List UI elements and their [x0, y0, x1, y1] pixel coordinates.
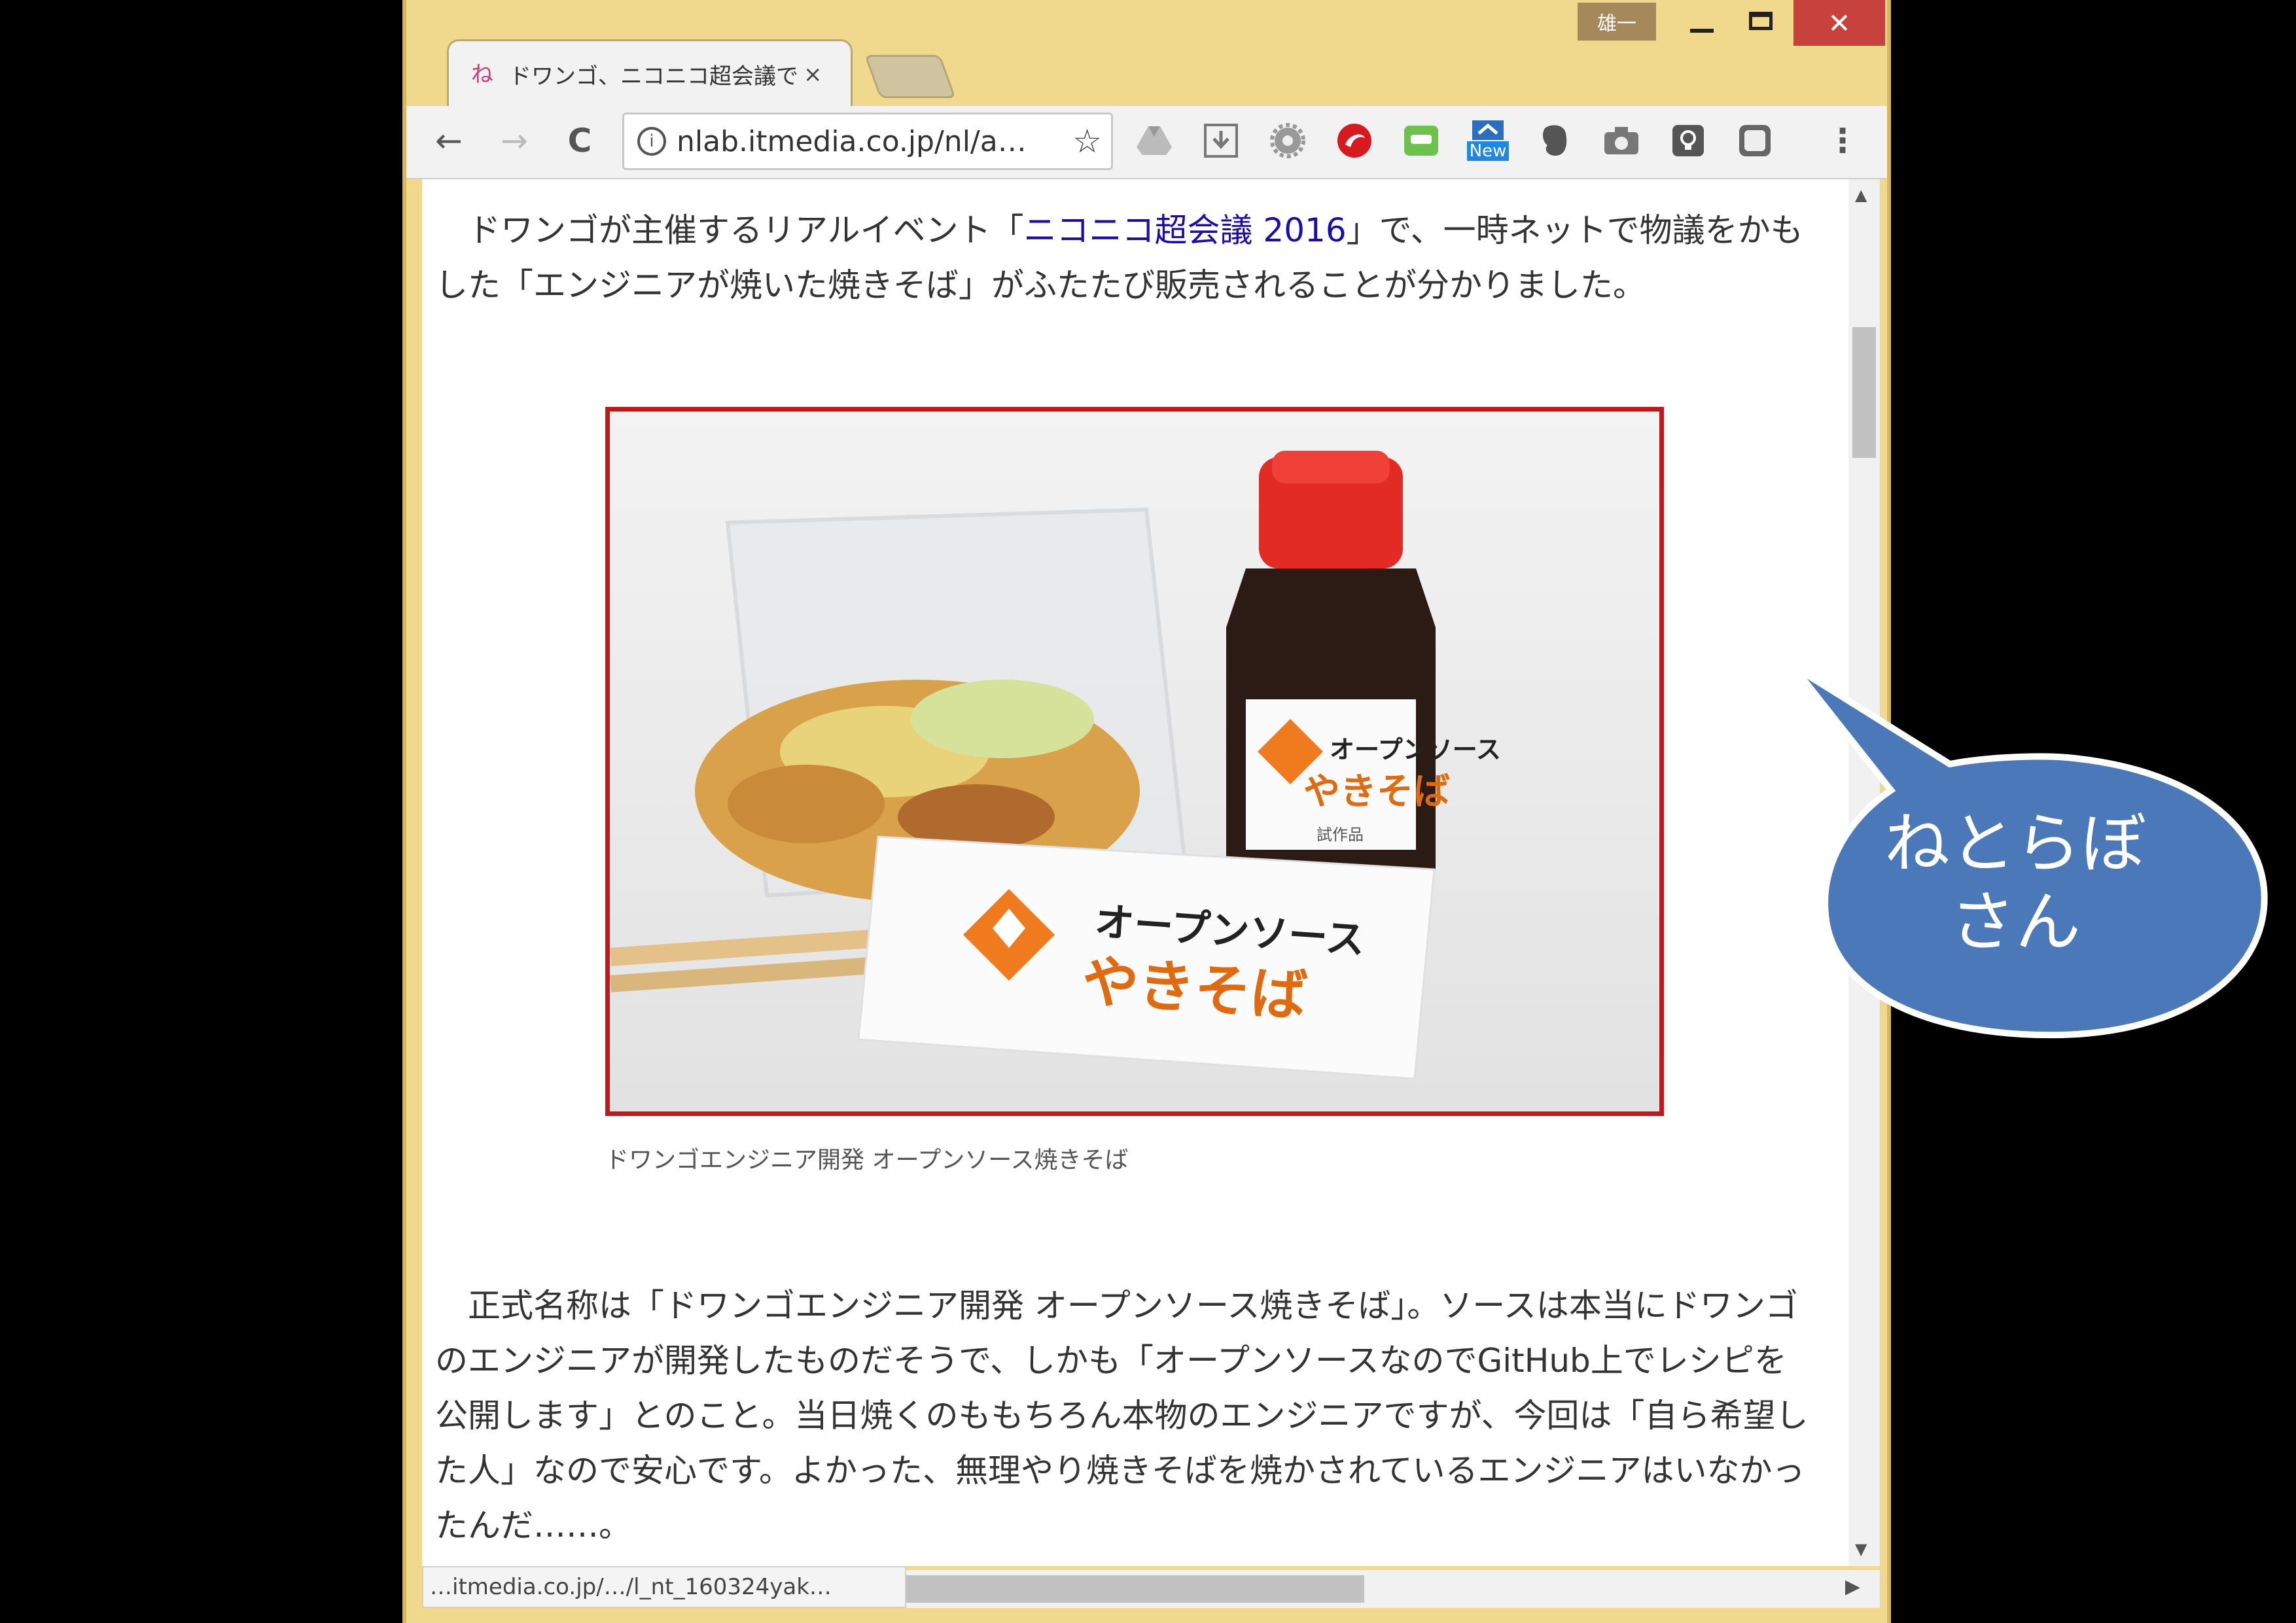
evernote-icon[interactable] — [1534, 120, 1575, 161]
line-icon[interactable] — [1401, 120, 1441, 161]
nlab-favicon-icon: ね — [471, 61, 493, 88]
back-arrow-icon[interactable]: ← — [426, 118, 472, 164]
profile-badge[interactable]: 雄一 — [1578, 3, 1656, 41]
speech-bubble-text: ねとらぼ さん — [1760, 805, 2270, 962]
scroll-up-icon[interactable]: ▲ — [1855, 186, 1867, 204]
horizontal-scroll-thumb[interactable] — [906, 1575, 1364, 1603]
speech-bubble-line-1: ねとらぼ — [1884, 805, 2146, 882]
page-content: ドワンゴが主催するリアルイベント「ニコニコ超会議 2016」で、一時ネットで物議… — [422, 179, 1848, 1566]
speech-bubble-line-2: さん — [1950, 884, 2081, 960]
photo-caption: ドワンゴエンジニア開発 オープンソース焼きそば — [605, 1147, 1129, 1174]
nico-chokaigi-link[interactable]: ニコニコ超会議 2016 — [1024, 211, 1347, 249]
download-icon[interactable] — [1201, 120, 1241, 161]
lightbulb-icon[interactable] — [1668, 120, 1708, 161]
browser-tab[interactable]: ね ドワンゴ、ニコニコ超会議で「 × — [447, 39, 853, 107]
vertical-scroll-thumb[interactable] — [1852, 327, 1876, 458]
article-paragraph-2: 正式名称は「ドワンゴエンジニア開発 オープンソース焼きそば」。ソースは本当にドワ… — [435, 1287, 1809, 1544]
tab-close-icon[interactable]: × — [804, 61, 822, 88]
bottle-small-label: 試作品 — [1316, 826, 1364, 844]
status-bar-url: …itmedia.co.jp/…/l_nt_160324yak… — [422, 1566, 906, 1608]
forward-arrow-icon[interactable]: → — [491, 118, 537, 164]
url-text[interactable]: nlab.itmedia.co.jp/nl/a… — [677, 125, 1027, 158]
browser-toolbar: ← → C i nlab.itmedia.co.jp/nl/a… ☆ New ⋮ — [406, 106, 1887, 179]
drive-icon[interactable] — [1134, 120, 1174, 161]
site-info-icon[interactable]: i — [637, 127, 666, 156]
menu-dots-icon[interactable]: ⋮ — [1820, 118, 1865, 164]
bottle-label-bottom: やきそば — [1303, 771, 1450, 813]
article-photo[interactable]: オープンソース やきそば 試作品 オープンソース やきそば — [605, 407, 1664, 1116]
camera-icon[interactable] — [1601, 120, 1642, 161]
new-badge: New — [1466, 141, 1510, 161]
new-extension-icon[interactable]: New — [1466, 120, 1510, 161]
bookmark-star-icon[interactable]: ☆ — [1072, 122, 1102, 160]
reload-icon[interactable]: C — [557, 118, 603, 164]
horizontal-scrollbar[interactable]: ▶ — [906, 1570, 1880, 1608]
scroll-right-icon[interactable]: ▶ — [1845, 1575, 1860, 1598]
minimize-button[interactable] — [1676, 0, 1728, 42]
browser-window: 雄一 ✕ ね ドワンゴ、ニコニコ超会議で「 × ← → C i nlab.itm… — [402, 0, 1891, 1623]
scroll-down-icon[interactable]: ▼ — [1855, 1540, 1867, 1558]
trend-micro-icon[interactable] — [1334, 120, 1375, 161]
bottle-label-top: オープンソース — [1330, 735, 1501, 764]
article-paragraph-1: ドワンゴが主催するリアルイベント「ニコニコ超会議 2016」で、一時ネットで物議… — [435, 211, 1803, 304]
maximize-button[interactable] — [1735, 0, 1787, 42]
new-tab-button[interactable] — [864, 55, 957, 98]
settings-gear-icon[interactable] — [1267, 120, 1308, 161]
address-bar[interactable]: i nlab.itmedia.co.jp/nl/a… ☆ — [622, 113, 1113, 170]
square-extension-icon[interactable] — [1735, 120, 1775, 161]
tab-title: ドワンゴ、ニコニコ超会議で「 — [509, 63, 797, 90]
close-window-button[interactable]: ✕ — [1793, 0, 1885, 46]
